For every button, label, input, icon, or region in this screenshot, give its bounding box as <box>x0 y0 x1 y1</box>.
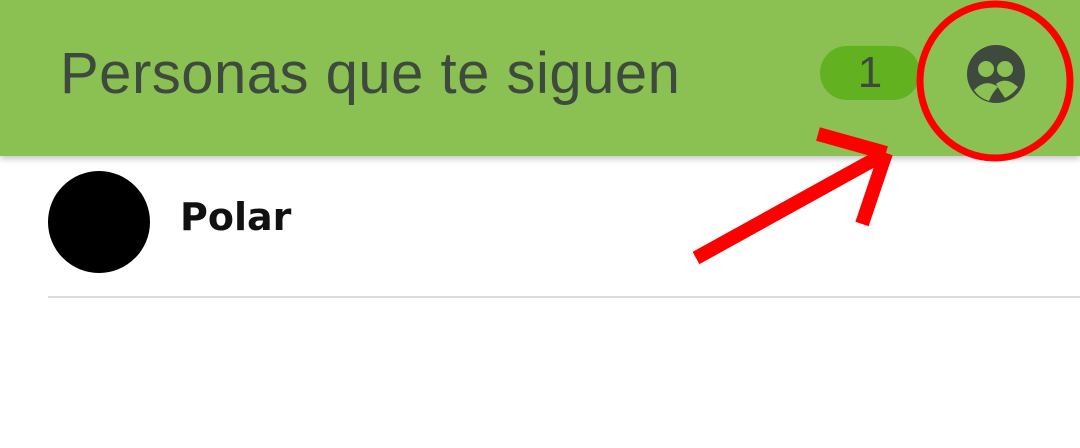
page-title: Personas que te siguen <box>60 41 681 106</box>
followers-screen: Personas que te siguen 1 Polar <box>0 0 1080 448</box>
divider <box>48 296 1080 298</box>
group-button[interactable] <box>950 28 1042 120</box>
followers-list: Polar <box>0 156 1080 298</box>
list-item[interactable]: Polar <box>0 156 1080 298</box>
follower-count-badge: 1 <box>820 46 920 100</box>
app-bar: Personas que te siguen 1 <box>0 0 1080 156</box>
avatar <box>48 171 150 273</box>
group-icon <box>967 45 1025 103</box>
follower-name: Polar <box>180 195 292 239</box>
